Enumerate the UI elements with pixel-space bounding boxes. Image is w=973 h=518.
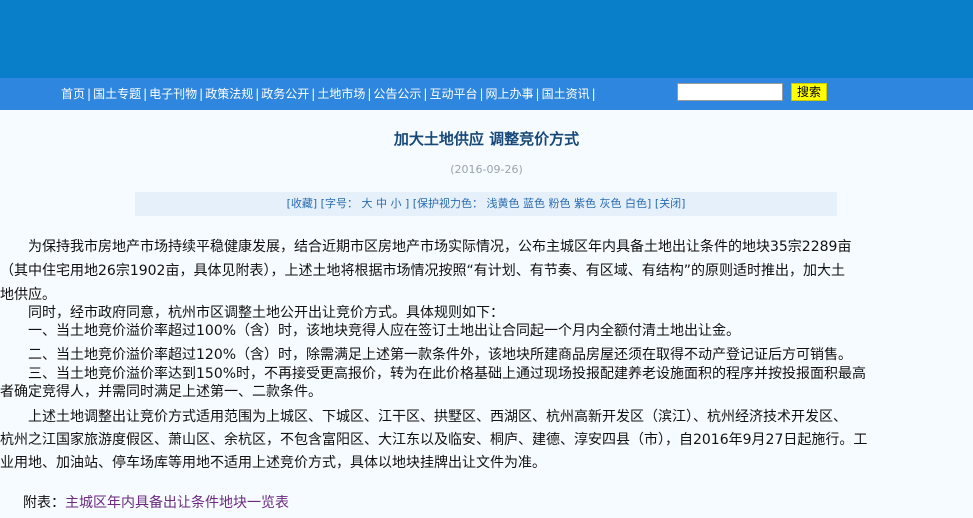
article-title: 加大土地供应 调整竞价方式 bbox=[393, 130, 580, 148]
nav-separator: | bbox=[479, 87, 484, 101]
article-line: （其中住宅用地26宗1902亩，具体见附表），上述土地将根据市场情况按照“有计划… bbox=[0, 263, 845, 279]
nav-separator: | bbox=[143, 87, 148, 101]
nav-online-services[interactable]: 网上办事 bbox=[486, 87, 534, 101]
article-toolbar: [收藏] [字号： 大 中 小 ] [保护视力色： 浅黄色 蓝色 粉色 紫色 灰… bbox=[135, 192, 837, 216]
nav-separator: | bbox=[535, 87, 540, 101]
article-line: 者确定竞得人，并需同时满足上述第一、二款条件。 bbox=[0, 384, 322, 400]
search-button[interactable]: 搜索 bbox=[791, 83, 827, 101]
search-input[interactable] bbox=[677, 83, 783, 101]
nav-links: 首页 | 国土专题 | 电子刊物 | 政策法规 | 政务公开 | 土地市场 | 公告公示 | 互动平台 | 网上… bbox=[61, 87, 598, 101]
nav-bar: 首页 | 国土专题 | 电子刊物 | 政策法规 | 政务公开 | 土地市场 | 公告公示 | 互动平台 | 网上… bbox=[0, 78, 973, 110]
attachment-link[interactable]: 主城区年内具备出让条件地块一览表 bbox=[65, 495, 289, 511]
article-date: (2016-09-26) bbox=[450, 163, 523, 176]
article-line: 一、当土地竞价溢价率超过100%（含）时，该地块竞得人应在签订土地出让合同起一个… bbox=[0, 323, 741, 339]
article-line: 上述土地调整出让竞价方式适用范围为上城区、下城区、江干区、拱墅区、西湖区、杭州高… bbox=[0, 409, 847, 425]
attachment-row: 附表：主城区年内具备出让条件地块一览表 bbox=[23, 492, 289, 512]
article-line: 三、当土地竞价溢价率达到150%时，不再接受更高报价，转为在此价格基础上通过现场… bbox=[0, 366, 867, 382]
nav-land-market[interactable]: 土地市场 bbox=[317, 87, 365, 101]
nav-gov-affairs[interactable]: 政务公开 bbox=[261, 87, 309, 101]
article-line: 同时，经市政府同意，杭州市区调整土地公开出让竞价方式。具体规则如下： bbox=[0, 305, 504, 321]
font-size-close: ] bbox=[404, 197, 410, 210]
color-blue[interactable]: 蓝色 bbox=[523, 197, 545, 210]
nav-land-topics[interactable]: 国土专题 bbox=[93, 87, 141, 101]
nav-separator: | bbox=[87, 87, 92, 101]
color-pink[interactable]: 粉色 bbox=[549, 197, 571, 210]
header-banner bbox=[0, 0, 973, 78]
collect-button[interactable]: [收藏] bbox=[287, 197, 318, 210]
color-gray[interactable]: 灰色 bbox=[600, 197, 622, 210]
eye-protect-close: ] bbox=[647, 197, 652, 210]
nav-interaction[interactable]: 互动平台 bbox=[429, 87, 477, 101]
article-line: 杭州之江国家旅游度假区、萧山区、余杭区，不包含富阳区、大江东以及临安、桐庐、建德… bbox=[0, 432, 868, 448]
font-size-medium[interactable]: 中 bbox=[376, 197, 387, 210]
nav-announcements[interactable]: 公告公示 bbox=[373, 87, 421, 101]
article-line: 地供应。 bbox=[0, 287, 56, 303]
article-line: 业用地、加油站、停车场库等用地不适用上述竞价方式，具体以地块挂牌出让文件为准。 bbox=[0, 455, 546, 471]
close-button[interactable]: [关闭] bbox=[655, 197, 686, 210]
nav-separator: | bbox=[199, 87, 204, 101]
attachment-label: 附表： bbox=[23, 495, 65, 511]
nav-land-news[interactable]: 国土资讯 bbox=[542, 87, 590, 101]
color-light-yellow[interactable]: 浅黄色 bbox=[487, 197, 520, 210]
nav-home[interactable]: 首页 bbox=[61, 87, 85, 101]
font-size-label: [字号： bbox=[320, 197, 358, 210]
nav-separator: | bbox=[591, 87, 596, 101]
font-size-small[interactable]: 小 bbox=[390, 197, 401, 210]
nav-policies[interactable]: 政策法规 bbox=[205, 87, 253, 101]
font-size-large[interactable]: 大 bbox=[361, 197, 372, 210]
color-white[interactable]: 白色 bbox=[625, 197, 647, 210]
eye-protect-label: [保护视力色： bbox=[412, 197, 484, 210]
article-line: 二、当土地竞价溢价率超过120%（含）时，除需满足上述第一款条件外，该地块所建商… bbox=[0, 347, 853, 363]
nav-e-journal[interactable]: 电子刊物 bbox=[149, 87, 197, 101]
color-purple[interactable]: 紫色 bbox=[574, 197, 596, 210]
article-line: 为保持我市房地产市场持续平稳健康发展，结合近期市区房地产市场实际情况，公布主城区… bbox=[0, 239, 852, 255]
